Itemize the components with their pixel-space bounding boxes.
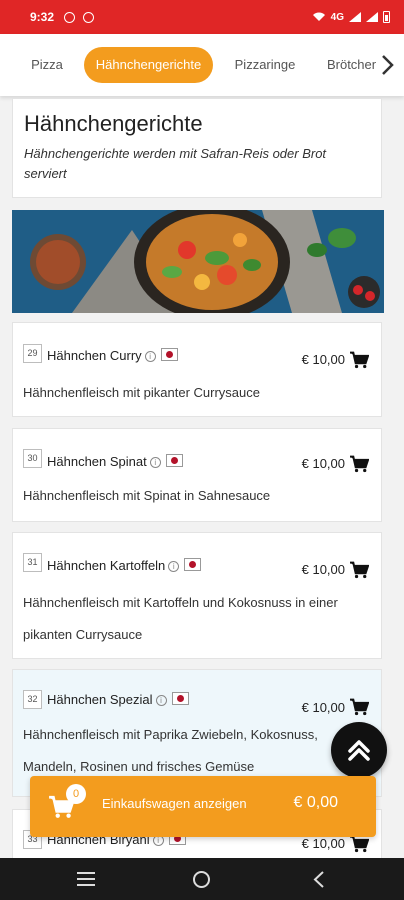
item-description: Hähnchenfleisch mit Kartoffeln und Kokos…: [23, 595, 338, 642]
tab-pizzaringe[interactable]: Pizzaringe: [226, 47, 304, 83]
cart-count-badge: 0: [66, 784, 86, 804]
section-subtitle: Hähnchengerichte werden mit Safran-Reis …: [24, 146, 327, 181]
item-description: Hähnchenfleisch mit Paprika Zwiebeln, Ko…: [23, 727, 318, 774]
item-name: Hähnchen Spinat: [47, 454, 147, 469]
wifi-icon: [312, 12, 325, 21]
tab-pizza[interactable]: Pizza: [22, 47, 72, 83]
scroll-top-button[interactable]: [331, 722, 387, 778]
japan-flag-icon: [165, 454, 183, 467]
japan-flag-icon: [171, 692, 189, 705]
notification-icon: [64, 11, 76, 23]
tab-haehnchengerichte[interactable]: Hähnchengerichte: [84, 47, 213, 83]
item-name: Hähnchen Spezial: [47, 692, 153, 707]
recents-icon[interactable]: [77, 872, 95, 886]
info-icon[interactable]: i: [149, 457, 161, 469]
item-number: 32: [23, 690, 42, 709]
network-type: 4G: [330, 11, 344, 23]
item-name-row: Hähnchen Curry i: [47, 348, 178, 363]
item-price: € 10,00: [301, 456, 345, 471]
item-price: € 10,00: [301, 836, 345, 851]
info-icon[interactable]: i: [155, 695, 167, 707]
category-banner-image: [12, 210, 384, 313]
battery-icon: [383, 11, 390, 23]
info-icon[interactable]: i: [168, 561, 180, 573]
signal-icon: [349, 12, 361, 22]
item-name: Hähnchen Kartoffeln: [47, 558, 166, 573]
item-price: € 10,00: [301, 562, 345, 577]
cart-total: € 0,00: [293, 794, 338, 811]
add-to-cart-icon[interactable]: [349, 698, 369, 716]
system-nav-bar: [0, 858, 404, 900]
item-number: 30: [23, 449, 42, 468]
category-tabs: Pizza Hähnchengerichte Pizzaringe Brötch…: [0, 34, 404, 96]
menu-item[interactable]: 29 Hähnchen Curry i € 10,00 Hähnchenfleis…: [12, 322, 382, 417]
item-name-row: Hähnchen Spinat i: [47, 454, 183, 469]
menu-item[interactable]: 31 Hähnchen Kartoffeln i € 10,00 Hähnchen…: [12, 532, 382, 659]
chevron-right-icon[interactable]: [376, 53, 398, 77]
add-to-cart-icon[interactable]: [349, 561, 369, 579]
item-description: Hähnchenfleisch mit Spinat in Sahnesauce: [23, 488, 271, 503]
japan-flag-icon: [184, 558, 202, 571]
status-icons: 4G: [312, 11, 390, 23]
status-time: 9:32: [30, 10, 55, 24]
app-notification-icon: [83, 11, 95, 23]
view-cart-button[interactable]: 0 Einkaufswagen anzeigen € 0,00: [30, 776, 376, 837]
status-bar: 9:32 4G: [0, 0, 404, 34]
item-number: 31: [23, 553, 42, 572]
menu-item[interactable]: 30 Hähnchen Spinat i € 10,00 Hähnchenflei…: [12, 428, 382, 522]
item-price: € 10,00: [301, 352, 345, 367]
item-name-row: Hähnchen Kartoffeln i: [47, 558, 202, 573]
section-header: Hähnchengerichte Hähnchengerichte werden…: [12, 98, 382, 198]
signal-icon-2: [366, 12, 378, 22]
item-description: Hähnchenfleisch mit pikanter Currysauce: [23, 385, 260, 400]
item-number: 29: [23, 344, 42, 363]
add-to-cart-icon[interactable]: [349, 455, 369, 473]
double-chevron-up-icon: [348, 740, 370, 761]
add-to-cart-icon[interactable]: [349, 835, 369, 853]
cart-label: Einkaufswagen anzeigen: [102, 796, 247, 811]
japan-flag-icon: [160, 348, 178, 361]
add-to-cart-icon[interactable]: [349, 351, 369, 369]
item-name-row: Hähnchen Spezial i: [47, 692, 189, 707]
home-icon[interactable]: [193, 871, 210, 888]
section-title: Hähnchengerichte: [24, 111, 203, 136]
item-price: € 10,00: [301, 700, 345, 715]
back-icon[interactable]: [312, 871, 326, 888]
info-icon[interactable]: i: [144, 351, 156, 363]
item-name: Hähnchen Curry: [47, 348, 142, 363]
